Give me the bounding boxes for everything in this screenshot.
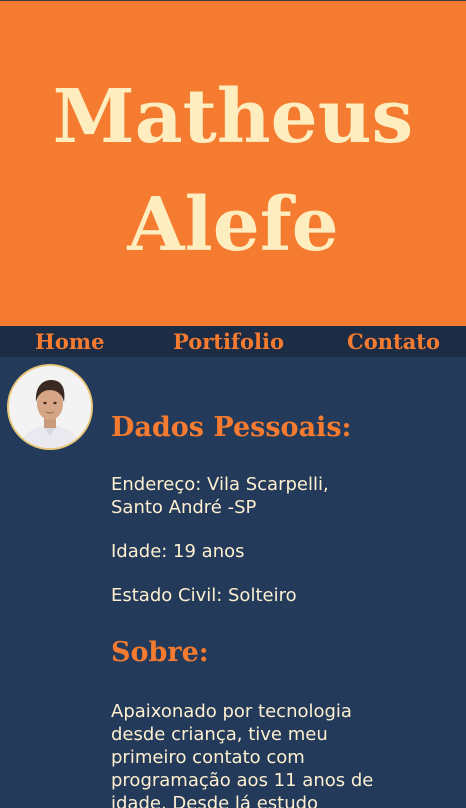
site-title: Matheus Alefe bbox=[52, 74, 414, 268]
nav-link-portfolio[interactable]: Portifolio bbox=[173, 326, 284, 357]
idade-text: Idade: 19 anos bbox=[111, 541, 245, 562]
main-nav: Home Portifolio Contato bbox=[0, 326, 466, 357]
avatar bbox=[7, 364, 93, 450]
estado-civil-text: Estado Civil: Solteiro bbox=[111, 585, 297, 606]
nav-link-contato[interactable]: Contato bbox=[347, 326, 440, 357]
section-title-sobre: Sobre: bbox=[111, 637, 209, 668]
section-title-dados: Dados Pessoais: bbox=[111, 412, 352, 443]
nav-link-home[interactable]: Home bbox=[35, 326, 104, 357]
endereco-text: Endereço: Vila Scarpelli, Santo André -S… bbox=[111, 474, 329, 518]
profile-photo-icon bbox=[9, 366, 91, 448]
hero-banner: Matheus Alefe bbox=[0, 1, 466, 326]
sobre-text: Apaixonado por tecnologia desde criança,… bbox=[111, 701, 374, 808]
